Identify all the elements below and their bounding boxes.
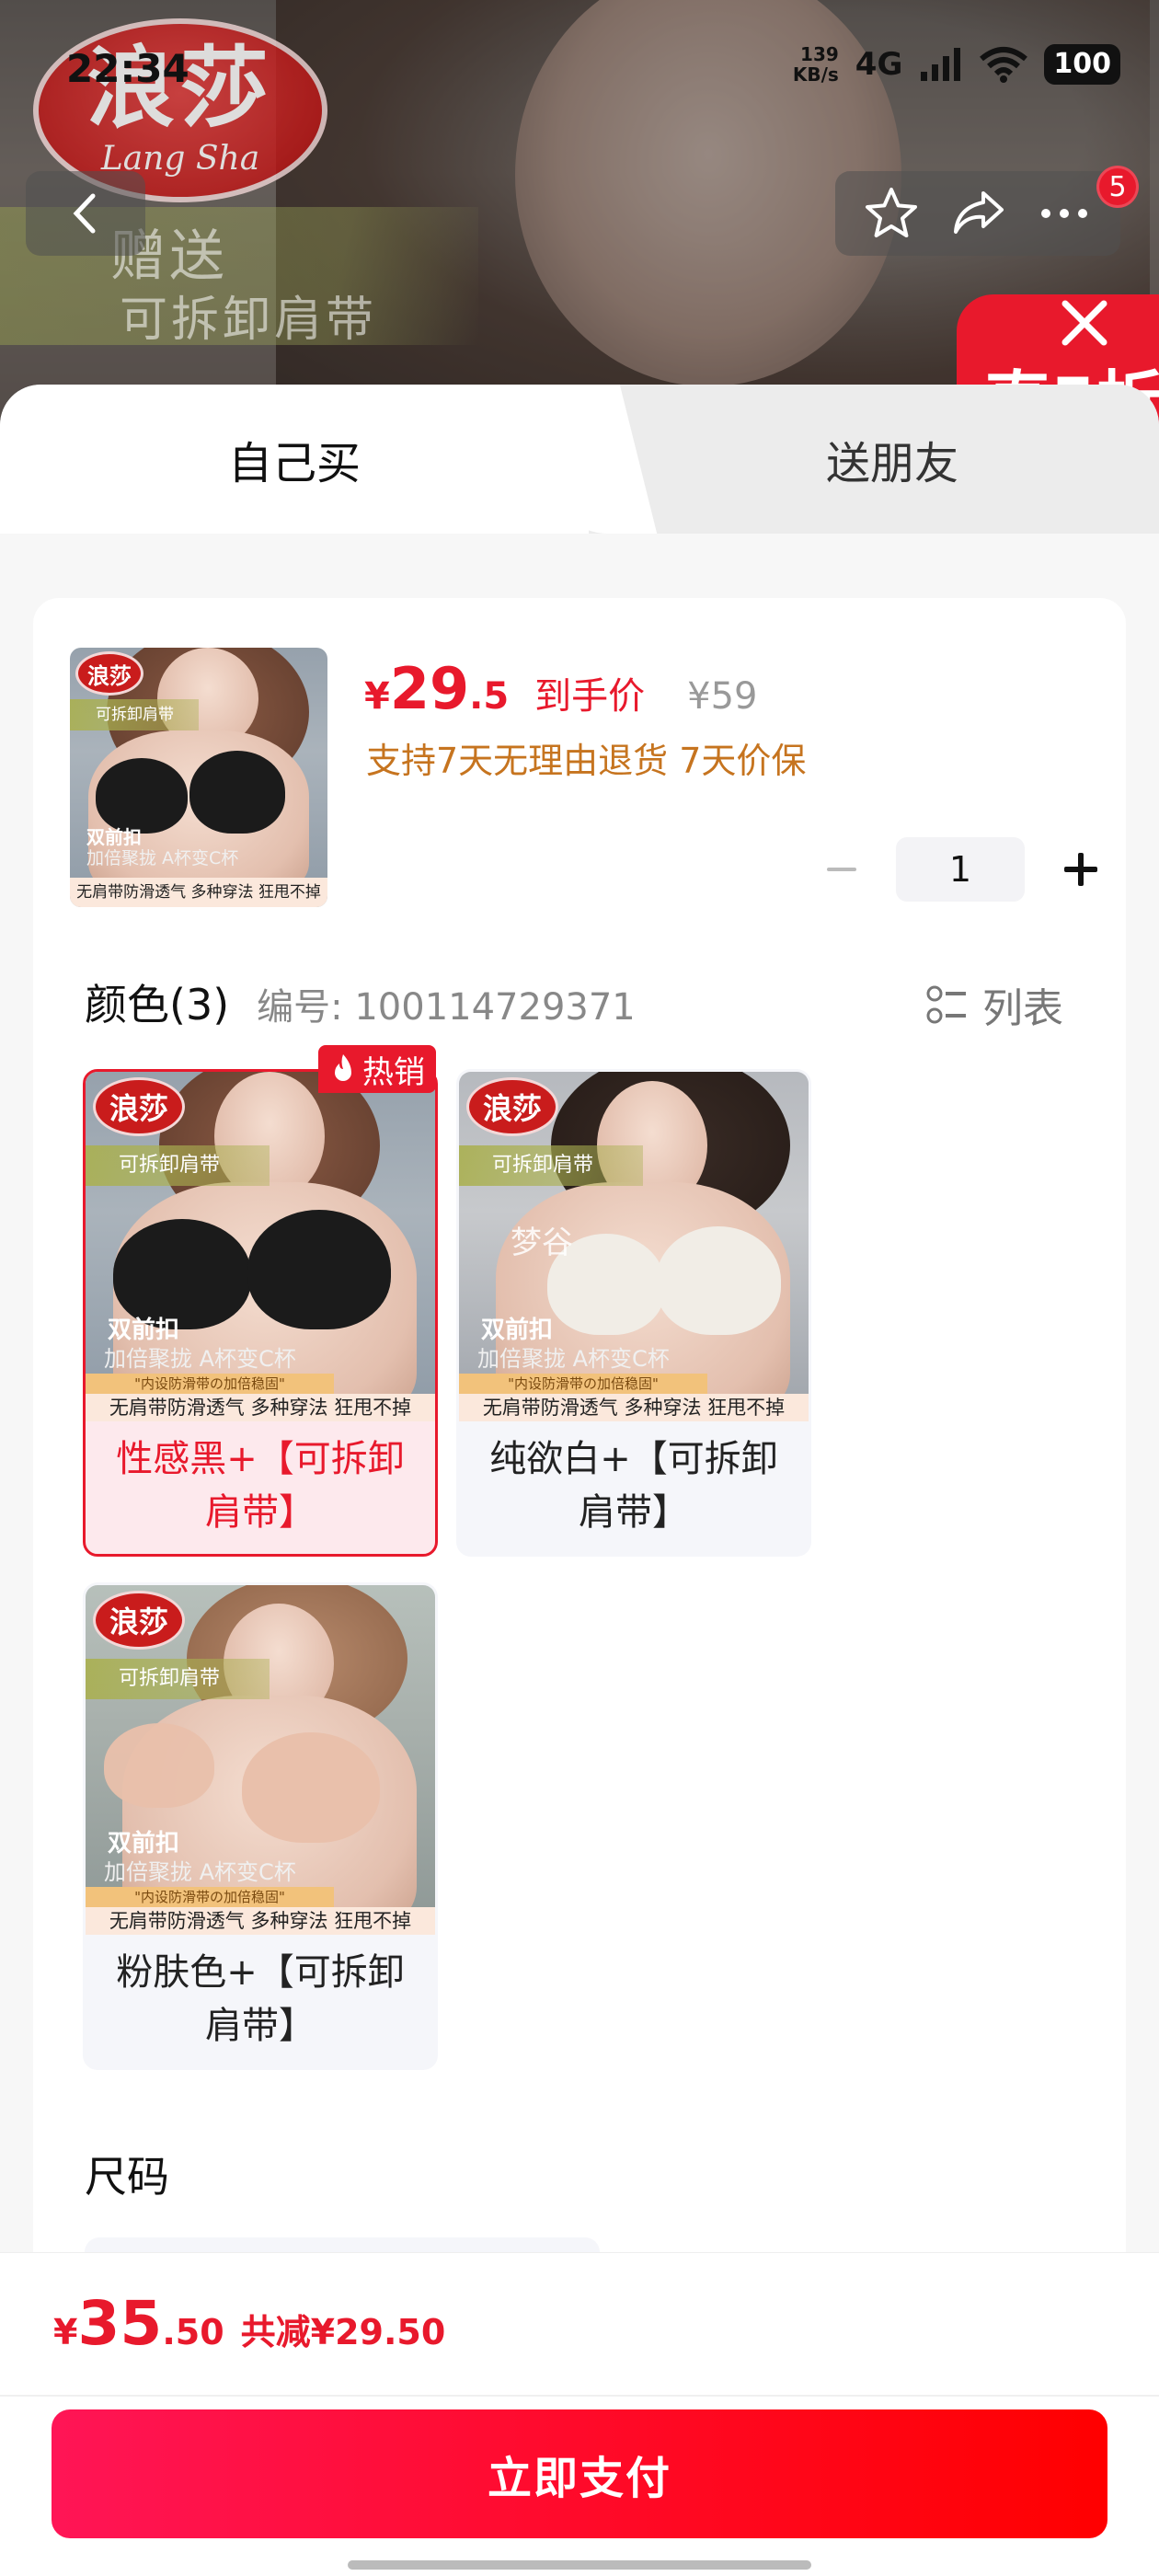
net-speed-value: 139 [800, 43, 839, 65]
service-guarantee: 支持7天无理由退货 7天价保 [366, 741, 807, 781]
divider [0, 2395, 1159, 2397]
net-speed: 139 KB/s [793, 44, 839, 85]
thumb-bottom-strip: 无肩带防滑透气 多种穿法 狂甩不掉 [86, 1394, 435, 1421]
hot-sale-label: 热销 [362, 1053, 425, 1091]
favorite-star-icon[interactable] [862, 184, 921, 243]
price-symbol: ¥ [364, 675, 390, 718]
color-option-name: 纯欲白+【可拆卸肩带】 [489, 1438, 778, 1534]
original-price: ¥59 [687, 675, 758, 718]
wifi-icon [980, 47, 1028, 83]
battery-indicator: 100 [1044, 44, 1120, 85]
quantity-increase-button[interactable] [1049, 837, 1113, 902]
thumb-strap-tag: 可拆卸肩带 [86, 1145, 270, 1186]
list-view-label: 列表 [982, 985, 1063, 1032]
thumb-strap-tag: 可拆卸肩带 [86, 1659, 270, 1699]
thumb-cup-right [242, 1732, 380, 1843]
color-option-white[interactable]: 浪莎 可拆卸肩带 梦谷 双前扣 加倍聚拢 A杯变C杯 "内设防滑带の加倍稳固" … [456, 1069, 811, 1557]
quantity-stepper: 1 [809, 837, 1113, 902]
status-icons: 139 KB/s 4G 100 [793, 44, 1120, 85]
thumb-cup-text: 加倍聚拢 A杯变C杯 [86, 848, 239, 868]
total-integer: 35 [77, 2288, 163, 2359]
tab-gift-friend[interactable]: 送朋友 [589, 385, 1159, 534]
thumb-pad-text: "内设防滑带の加倍稳固" [86, 1374, 334, 1394]
tab-buy-self[interactable]: 自己买 [0, 385, 589, 534]
color-option-thumbnail: 浪莎 可拆卸肩带 双前扣 加倍聚拢 A杯变C杯 "内设防滑带の加倍稳固" 无肩带… [86, 1072, 435, 1421]
thumb-bottom-strip: 无肩带防滑透气 多种穿法 狂甩不掉 [70, 878, 327, 907]
list-icon [926, 985, 966, 1024]
tab-buy-self-label: 自己买 [227, 438, 361, 489]
checkout-bar: ¥ 35 .50 共减¥29.50 立即支付 [0, 2252, 1159, 2576]
thumb-cup-right [656, 1226, 781, 1335]
message-badge: 5 [1096, 166, 1139, 208]
size-section-title: 尺码 [85, 2152, 169, 2202]
price-row: ¥ 29 .5 到手价 ¥59 [364, 655, 758, 722]
total-saved: 共减¥29.50 [240, 2312, 446, 2352]
hot-sale-tag: 热销 [318, 1045, 436, 1093]
thumb-cup-text: 加倍聚拢 A杯变C杯 [104, 1346, 296, 1372]
color-option-name: 粉肤色+【可拆卸肩带】 [116, 1951, 405, 2047]
thumb-logo: 浪莎 [93, 1591, 185, 1650]
color-section-header: 颜色(3) 编号: 100114729371 [85, 972, 636, 1032]
header-actions [835, 171, 1120, 256]
thumb-pad-text: "内设防滑带の加倍稳固" [86, 1887, 334, 1907]
minus-icon [827, 868, 856, 871]
chevron-left-icon [73, 193, 96, 234]
quantity-input[interactable]: 1 [896, 837, 1025, 902]
purchase-tabs: 送朋友 自己买 [0, 385, 1159, 534]
price-decimal: .5 [469, 675, 510, 718]
product-thumbnail: 浪莎 可拆卸肩带 双前扣 加倍聚拢 A杯变C杯 无肩带防滑透气 多种穿法 狂甩不… [70, 648, 327, 907]
status-time: 22:34 [66, 46, 189, 91]
thumb-bottom-strip: 无肩带防滑透气 多种穿法 狂甩不掉 [459, 1394, 809, 1421]
price-label: 到手价 [534, 675, 646, 718]
share-icon[interactable] [948, 184, 1007, 243]
tab-gift-friend-label: 送朋友 [825, 438, 958, 489]
quantity-decrease-button[interactable] [809, 837, 874, 902]
promo-line-2: 可拆卸肩带 [120, 293, 378, 348]
more-icon[interactable] [1035, 184, 1094, 243]
back-button[interactable] [26, 171, 145, 256]
close-icon[interactable] [1052, 291, 1117, 355]
thumb-logo: 浪莎 [466, 1077, 558, 1136]
color-option-name: 性感黑+【可拆卸肩带】 [116, 1438, 405, 1534]
thumb-cup-text: 加倍聚拢 A杯变C杯 [477, 1346, 670, 1372]
thumb-ravine-text: 梦谷 [511, 1225, 573, 1261]
thumb-cup-right [247, 1210, 391, 1329]
thumb-cup-text: 加倍聚拢 A杯变C杯 [104, 1859, 296, 1885]
total-symbol: ¥ [53, 2312, 78, 2352]
color-option-thumbnail: 浪莎 可拆卸肩带 梦谷 双前扣 加倍聚拢 A杯变C杯 "内设防滑带の加倍稳固" … [459, 1072, 809, 1421]
list-view-toggle[interactable]: 列表 [925, 975, 1063, 1034]
thumb-strap-tag: 可拆卸肩带 [70, 699, 199, 730]
thumb-pad-text: "内设防滑带の加倍稳固" [459, 1374, 707, 1394]
net-speed-unit: KB/s [792, 63, 839, 86]
thumb-cup-right [189, 751, 285, 834]
color-option-black[interactable]: 浪莎 可拆卸肩带 双前扣 加倍聚拢 A杯变C杯 "内设防滑带の加倍稳固" 无肩带… [83, 1069, 438, 1557]
total-decimal: .50 [162, 2312, 224, 2352]
plus-icon [1064, 853, 1097, 886]
flame-icon [335, 1054, 351, 1081]
thumb-bottom-strip: 无肩带防滑透气 多种穿法 狂甩不掉 [86, 1907, 435, 1935]
product-code: 编号: 100114729371 [257, 986, 636, 1029]
network-type: 4G [855, 46, 903, 83]
thumb-strap-tag: 可拆卸肩带 [459, 1145, 643, 1186]
color-option-nude[interactable]: 浪莎 可拆卸肩带 双前扣 加倍聚拢 A杯变C杯 "内设防滑带の加倍稳固" 无肩带… [83, 1582, 438, 2070]
thumb-logo: 浪莎 [75, 651, 143, 696]
signal-icon [921, 48, 961, 81]
thumb-cup-left [104, 1723, 214, 1808]
home-indicator [348, 2560, 811, 2570]
pay-now-button[interactable]: 立即支付 [52, 2409, 1107, 2538]
color-option-thumbnail: 浪莎 可拆卸肩带 双前扣 加倍聚拢 A杯变C杯 "内设防滑带の加倍稳固" 无肩带… [86, 1585, 435, 1935]
total-price-row: ¥ 35 .50 共减¥29.50 [53, 2288, 445, 2359]
price-integer: 29 [389, 655, 470, 722]
color-section-title: 颜色(3) [85, 980, 230, 1029]
thumb-logo: 浪莎 [93, 1077, 185, 1136]
